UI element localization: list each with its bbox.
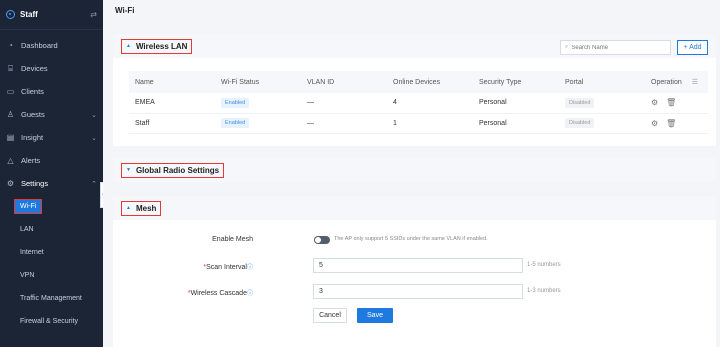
collapse-arrow-icon: ▲ (126, 205, 131, 211)
sidebar-subitem-label: Firewall & Security (20, 318, 78, 325)
portal-badge: Disabled (565, 97, 595, 108)
trash-icon[interactable]: 🗑 (666, 98, 676, 107)
collapse-arrow-icon: ▲ (126, 43, 131, 49)
column-header: Online Devices (387, 71, 473, 93)
guests-icon: ♙ (6, 110, 15, 119)
sidebar-subitem-label: LAN (20, 226, 34, 233)
cell-name: EMEA (129, 93, 215, 114)
swap-icon[interactable]: ⇄ (90, 10, 97, 19)
sidebar-subitem-wifi[interactable]: Wi-Fi (0, 195, 103, 218)
enable-mesh-toggle[interactable] (314, 236, 330, 244)
wireless-cascade-input[interactable]: 3 (313, 284, 523, 299)
sidebar-subitem-vpn[interactable]: VPN (0, 264, 103, 287)
save-button[interactable]: Save (357, 308, 393, 323)
sidebar-subitem-label: Internet (20, 249, 44, 256)
chevron-down-icon: ⌄ (91, 134, 97, 142)
expand-arrow-icon: ▼ (126, 167, 131, 173)
sidebar-subitem-traffic-management[interactable]: Traffic Management (0, 287, 103, 310)
mesh-header[interactable]: ▲ Mesh (113, 196, 716, 220)
scan-interval-input[interactable]: 5 (313, 258, 523, 273)
sidebar: Staff ⇄ ◔ Dashboard ⌸ Devices ▭ Clients … (0, 0, 103, 347)
sidebar-item-label: Guests (21, 110, 45, 119)
sidebar-subitem-firewall-security[interactable]: Firewall & Security (0, 310, 103, 333)
cell-security: Personal (473, 113, 559, 134)
scan-interval-hint: 1-5 numbers (527, 262, 561, 268)
clients-icon: ▭ (6, 87, 15, 96)
column-header-operation: Operation ☰ (645, 71, 708, 93)
cell-online: 4 (387, 93, 473, 114)
wireless-cascade-label: *Wireless Cascadeⓘ (187, 290, 253, 297)
cell-name: Staff (129, 113, 215, 134)
sidebar-item-dashboard[interactable]: ◔ Dashboard (0, 34, 103, 57)
dashboard-icon: ◔ (8, 41, 13, 50)
column-header: Security Type (473, 71, 559, 93)
alerts-icon: △ (7, 156, 14, 165)
table-row[interactable]: Staff Enabled — 1 Personal Disabled ⚙ 🗑 (129, 113, 708, 134)
insight-icon: ▤ (6, 133, 15, 142)
column-settings-icon[interactable]: ☰ (692, 79, 698, 86)
chevron-down-icon: ⌄ (91, 111, 97, 119)
section-title: ▲ Wireless LAN (121, 38, 193, 54)
site-name: Staff (20, 10, 38, 19)
search-icon: ⌕ (565, 44, 569, 50)
add-button[interactable]: + Add (677, 40, 708, 55)
table-header: Name Wi-Fi Status VLAN ID Online Devices… (129, 71, 708, 93)
wireless-cascade-hint: 1-3 numbers (527, 288, 561, 294)
cancel-button[interactable]: Cancel (313, 308, 347, 323)
sidebar-item-label: Clients (21, 87, 44, 96)
mesh-panel: ▲ Mesh Enable Mesh The AP only support 5… (113, 196, 716, 347)
settings-icon[interactable]: ⚙ (651, 119, 658, 128)
info-icon[interactable]: ⓘ (247, 291, 253, 297)
main-content: Wi-Fi ▲ Wireless LAN ⌕ + Add Name Wi-Fi … (103, 0, 720, 347)
sidebar-item-label: Dashboard (21, 41, 58, 50)
column-header: Wi-Fi Status (215, 71, 301, 93)
cell-online: 1 (387, 113, 473, 134)
sidebar-subitem-lan[interactable]: LAN (0, 218, 103, 241)
global-radio-header[interactable]: ▼ Global Radio Settings (113, 158, 716, 182)
devices-icon: ⌸ (8, 63, 13, 73)
sidebar-item-label: Devices (21, 64, 48, 73)
gear-icon: ⚙ (6, 179, 15, 188)
column-header: Name (129, 71, 215, 93)
settings-icon[interactable]: ⚙ (651, 98, 658, 107)
sidebar-item-alerts[interactable]: △ Alerts (0, 149, 103, 172)
cell-security: Personal (473, 93, 559, 114)
chevron-up-icon: ⌃ (91, 180, 97, 188)
column-header: Portal (559, 71, 645, 93)
sidebar-item-label: Insight (21, 133, 44, 142)
column-header: VLAN ID (301, 71, 387, 93)
sidebar-item-label: Alerts (21, 156, 41, 165)
site-selector[interactable]: Staff ⇄ (0, 0, 103, 30)
enable-mesh-note: The AP only support 5 SSIDs under the sa… (334, 236, 488, 242)
section-title: ▼ Global Radio Settings (121, 162, 225, 178)
global-radio-panel: ▼ Global Radio Settings (113, 158, 716, 182)
wifi-table: Name Wi-Fi Status VLAN ID Online Devices… (129, 71, 708, 134)
sidebar-item-insight[interactable]: ▤ Insight ⌄ (0, 126, 103, 149)
search-input[interactable]: ⌕ (560, 40, 671, 55)
sidebar-item-label: Settings (21, 179, 49, 188)
sidebar-subitem-label: Wi-Fi (13, 199, 43, 214)
site-icon (6, 10, 15, 19)
cell-vlan: — (301, 113, 387, 134)
status-badge: Enabled (221, 97, 250, 108)
section-title: ▲ Mesh (121, 200, 162, 216)
table-row[interactable]: EMEA Enabled — 4 Personal Disabled ⚙ 🗑 (129, 93, 708, 114)
sidebar-subitem-label: Traffic Management (20, 295, 82, 302)
sidebar-item-devices[interactable]: ⌸ Devices (0, 57, 103, 80)
enable-mesh-label: Enable Mesh (212, 236, 253, 243)
cell-vlan: — (301, 93, 387, 114)
status-badge: Enabled (221, 118, 250, 128)
sidebar-item-settings[interactable]: ⚙ Settings ⌃ (0, 172, 103, 195)
page-title: Wi-Fi (115, 6, 135, 15)
sidebar-item-clients[interactable]: ▭ Clients (0, 80, 103, 103)
search-field[interactable] (571, 44, 662, 51)
sidebar-subitem-internet[interactable]: Internet (0, 241, 103, 264)
sidebar-subitem-label: VPN (20, 272, 35, 279)
trash-icon[interactable]: 🗑 (666, 119, 676, 128)
scan-interval-label: *Scan Intervalⓘ (203, 264, 253, 271)
info-icon[interactable]: ⓘ (247, 265, 253, 271)
sidebar-item-guests[interactable]: ♙ Guests ⌄ (0, 103, 103, 126)
portal-badge: Disabled (565, 118, 595, 128)
